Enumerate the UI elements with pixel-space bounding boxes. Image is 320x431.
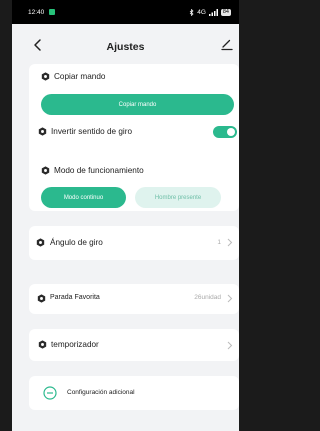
copiar-mando-label: Copiar mando xyxy=(54,72,106,81)
angulo-icon xyxy=(36,238,45,247)
parada-row[interactable]: Parada Favorita 26unidad xyxy=(29,284,239,314)
parada-value: 26unidad xyxy=(194,294,221,301)
status-bar: 12:40 4G 84 xyxy=(12,0,239,24)
temporizador-icon xyxy=(38,340,47,349)
signal-icon xyxy=(208,8,218,16)
chevron-right-icon xyxy=(227,238,233,247)
main-settings-card: Copiar mando Copiar mando Invertir senti… xyxy=(29,64,239,211)
angulo-row[interactable]: Ángulo de giro 1 xyxy=(29,226,239,260)
chevron-right-icon xyxy=(227,294,233,303)
temporizador-label: temporizador xyxy=(51,340,99,349)
temporizador-row[interactable]: temporizador xyxy=(29,329,239,361)
bluetooth-icon xyxy=(189,8,194,16)
invertir-toggle[interactable] xyxy=(213,126,237,138)
hombre-presente-button[interactable]: Hombre presente xyxy=(135,187,221,208)
screen: 12:40 4G 84 Ajustes Copiar mando Copiar … xyxy=(12,0,239,431)
angulo-value: 1 xyxy=(217,239,221,246)
battery-icon: 84 xyxy=(220,8,231,16)
angulo-label: Ángulo de giro xyxy=(50,238,103,247)
copiar-mando-button[interactable]: Copiar mando xyxy=(41,94,234,115)
modo-label: Modo de funcionamiento xyxy=(54,166,144,175)
config-adicional-row[interactable]: Configuración adicional xyxy=(29,376,239,410)
collapse-icon xyxy=(43,386,57,400)
copiar-mando-icon xyxy=(41,72,50,81)
header: Ajustes xyxy=(12,24,239,66)
chevron-right-icon xyxy=(227,341,233,350)
invertir-label: Invertir sentido de giro xyxy=(51,127,133,136)
signal-label: 4G xyxy=(197,8,206,16)
status-right: 4G 84 xyxy=(189,8,231,16)
modo-continuo-button[interactable]: Modo continuo xyxy=(41,187,126,208)
page-title: Ajustes xyxy=(106,41,145,53)
status-time: 12:40 xyxy=(28,8,45,16)
parada-icon xyxy=(37,294,46,303)
modo-icon xyxy=(41,166,50,175)
parada-label: Parada Favorita xyxy=(50,294,100,301)
config-adicional-label: Configuración adicional xyxy=(67,389,135,396)
notification-icon xyxy=(49,9,56,15)
toggle-knob xyxy=(227,128,235,136)
invertir-icon xyxy=(38,127,47,136)
edit-icon[interactable] xyxy=(220,37,234,51)
